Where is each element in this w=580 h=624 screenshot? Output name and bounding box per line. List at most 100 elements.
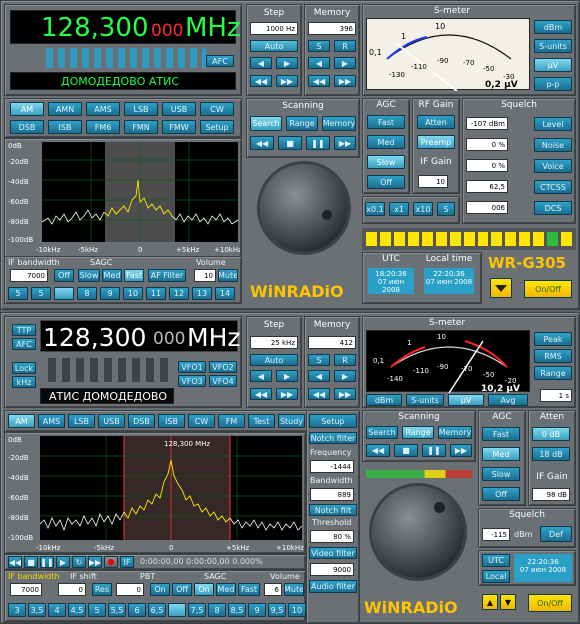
top-sagc-med[interactable]: Med [102, 269, 122, 282]
top-onoff-button[interactable]: On/Off [524, 280, 572, 298]
bot-ifbw-field[interactable]: 7000 [10, 583, 42, 596]
bot-rec-pause[interactable]: ❚❚ [40, 556, 54, 568]
bot-mode-test[interactable]: Test [248, 414, 275, 428]
bot-step-down[interactable]: ◀ [250, 370, 272, 382]
bot-preset-10[interactable]: 8 [208, 603, 226, 617]
top-preset-1[interactable]: 5 [31, 287, 51, 300]
bot-video-filter-button[interactable]: Video filter [309, 547, 357, 559]
bot-scan-rew[interactable]: ◀◀ [366, 444, 390, 457]
bot-step-fast-up[interactable]: ▶▶ [276, 388, 298, 400]
bot-pbt-field[interactable]: 0 [116, 583, 144, 596]
top-smeter-uv[interactable]: μV [534, 58, 572, 72]
top-sq-ctcss-field[interactable]: 62,5 [466, 180, 508, 193]
top-sq-level[interactable]: Level [534, 117, 572, 131]
top-scan-range[interactable]: Range [286, 116, 318, 131]
bot-local-button[interactable]: Local [482, 570, 510, 583]
bot-vfo2[interactable]: VFO2 [209, 361, 237, 373]
top-preset-3[interactable]: 8 [77, 287, 97, 300]
bot-mode-fm[interactable]: FM [218, 414, 245, 428]
bot-smeter-uv[interactable]: μV [448, 394, 484, 406]
bot-memory-next[interactable]: ▶ [334, 370, 356, 382]
bot-squelch-field[interactable]: -115 [482, 528, 510, 541]
bot-sagc-med[interactable]: Med [216, 583, 236, 596]
top-preset-5[interactable]: 10 [123, 287, 143, 300]
bot-preset-4[interactable]: 5 [88, 603, 106, 617]
top-smeter-dbm[interactable]: dBm [534, 20, 572, 34]
top-xs[interactable]: S [437, 202, 455, 216]
top-atten-button[interactable]: Atten [417, 115, 455, 129]
top-mode-amn[interactable]: AMN [48, 102, 82, 116]
bot-rec-fwd[interactable]: ▶▶ [88, 556, 102, 568]
bot-khz-button[interactable]: kHz [12, 376, 36, 388]
bot-mute-button[interactable]: Mute [284, 583, 304, 596]
top-step-field[interactable]: 1000 Hz [250, 22, 298, 35]
top-scan-pause[interactable]: ❚❚ [306, 136, 330, 150]
top-sq-ctcss[interactable]: CTCSS [534, 180, 572, 194]
bot-mode-dsb[interactable]: DSB [128, 414, 155, 428]
bot-scan-memory[interactable]: Memory [438, 426, 472, 439]
top-sagc-off[interactable]: Off [54, 269, 74, 282]
top-sq-noise[interactable]: Noise [534, 138, 572, 152]
bot-tuning-knob[interactable] [372, 486, 464, 578]
bot-collapse-up[interactable]: ▲ [482, 594, 498, 610]
bot-agc-slow[interactable]: Slow [482, 467, 520, 481]
top-ifbw-field[interactable]: 7000 [10, 269, 48, 282]
top-agc-slow[interactable]: Slow [367, 155, 405, 169]
bot-preset-5[interactable]: 5,5 [108, 603, 126, 617]
bot-scan-fwd[interactable]: ▶▶ [450, 444, 472, 457]
top-sq-voice[interactable]: Voice [534, 159, 572, 173]
top-scan-rew[interactable]: ◀◀ [250, 136, 274, 150]
bot-preset-7[interactable]: 6,5 [148, 603, 166, 617]
top-sagc-fast[interactable]: Fast [124, 269, 144, 282]
bot-rec-play[interactable]: ▶ [56, 556, 70, 568]
top-scan-search[interactable]: Search [250, 116, 282, 131]
bot-mode-study[interactable]: Study [278, 414, 305, 428]
bot-vfo3[interactable]: VFO3 [178, 375, 206, 387]
bot-mode-am[interactable]: AM [8, 414, 35, 428]
top-mode-ams[interactable]: AMS [86, 102, 120, 116]
bot-afc-button[interactable]: AFC [12, 338, 36, 350]
bot-step-auto[interactable]: Auto [250, 354, 298, 366]
top-affilter-button[interactable]: AF Filter [148, 269, 186, 282]
bot-digit-arrows[interactable] [48, 358, 172, 382]
bot-mode-ams[interactable]: AMS [38, 414, 65, 428]
bot-collapse-down[interactable]: ▼ [500, 594, 516, 610]
bot-pbt-on[interactable]: On [150, 583, 170, 596]
bot-smeter-rms[interactable]: RMS [534, 349, 572, 363]
top-preset-2[interactable] [54, 287, 74, 300]
top-mode-lsb[interactable]: LSB [124, 102, 158, 116]
top-x10[interactable]: x10 [413, 202, 433, 216]
bot-sagc-on[interactable]: On [194, 583, 214, 596]
bot-rec-if[interactable]: IF [120, 556, 134, 568]
top-preset-0[interactable]: 5 [8, 287, 28, 300]
bot-agc-fast[interactable]: Fast [482, 427, 520, 441]
bot-preset-3[interactable]: 4,5 [68, 603, 86, 617]
bot-smeter-sunits[interactable]: S-units [406, 394, 444, 406]
bot-notch-filter-button[interactable]: Notch filt [309, 504, 357, 516]
top-x01[interactable]: x0.1 [365, 202, 385, 216]
bot-preset-2[interactable]: 4 [48, 603, 66, 617]
top-sagc-slow[interactable]: Slow [78, 269, 100, 282]
top-step-fast-up[interactable]: ▶▶ [276, 75, 298, 87]
bot-rec-stop[interactable]: ■ [24, 556, 38, 568]
top-preset-8[interactable]: 13 [192, 287, 212, 300]
top-sq-dcs[interactable]: DCS [534, 201, 572, 215]
top-memory-field[interactable]: 396 [308, 22, 356, 35]
bot-ifshift-field[interactable]: 0 [58, 583, 86, 596]
bot-memory-prev[interactable]: ◀ [308, 370, 330, 382]
bot-ifgain-field[interactable]: 98 dB [532, 488, 570, 501]
bot-memory-fast-next[interactable]: ▶▶ [334, 388, 356, 400]
bot-memory-field[interactable]: 412 [308, 336, 356, 349]
top-mode-fmw[interactable]: FMW [162, 120, 196, 134]
top-memory-prev[interactable]: ◀ [308, 57, 330, 69]
top-step-down[interactable]: ◀ [250, 57, 272, 69]
top-preset-9[interactable]: 14 [215, 287, 235, 300]
top-preamp-button[interactable]: Preamp [417, 135, 455, 149]
bot-atten-0db[interactable]: 0 dB [532, 427, 570, 441]
top-scan-fwd[interactable]: ▶▶ [334, 136, 356, 150]
top-step-up[interactable]: ▶ [276, 57, 298, 69]
top-scan-stop[interactable]: ■ [278, 136, 302, 150]
bot-smeter-dbm[interactable]: dBm [366, 394, 402, 406]
bot-preset-12[interactable]: 9 [248, 603, 266, 617]
top-mode-cw[interactable]: CW [200, 102, 234, 116]
